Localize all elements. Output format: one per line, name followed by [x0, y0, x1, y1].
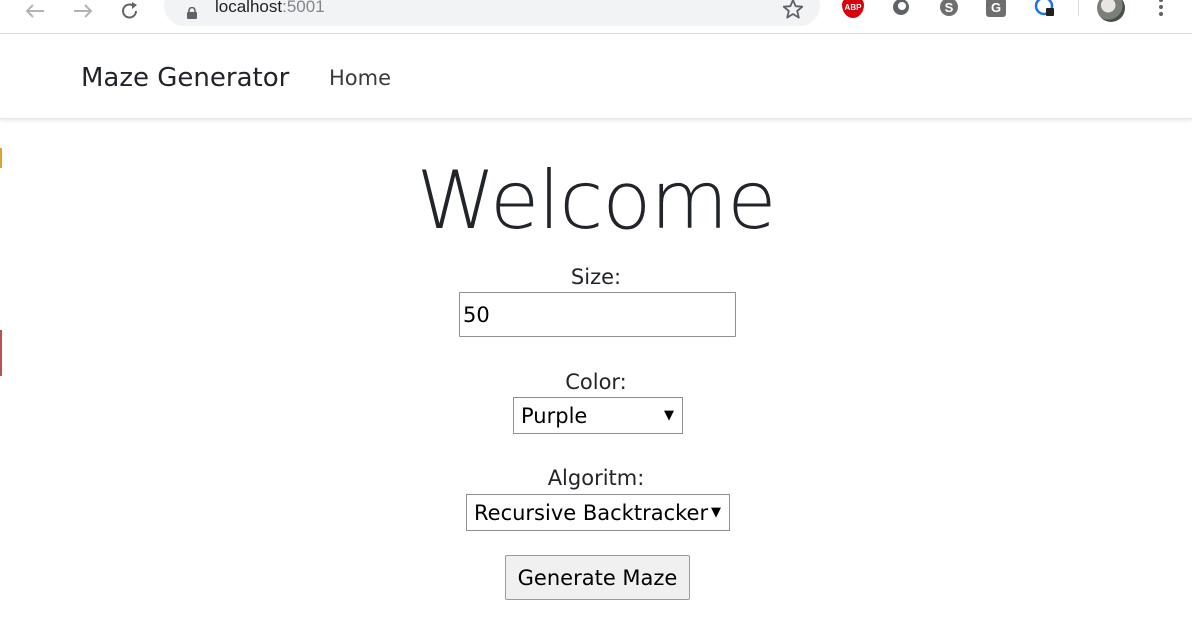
profile-avatar[interactable] [1097, 0, 1125, 22]
bookmark-star-icon[interactable] [782, 0, 804, 23]
algorithm-select[interactable]: Recursive Backtracker ▼ [466, 494, 730, 531]
url-port: :5001 [282, 0, 325, 16]
color-label: Color: [565, 370, 627, 394]
color-select[interactable]: Purple ▼ [513, 397, 683, 434]
toolbar-separator [1078, 0, 1079, 16]
app-navbar: Maze Generator Home [0, 34, 1192, 119]
grammarly-icon[interactable]: G [986, 0, 1006, 17]
browser-menu-icon[interactable] [1151, 0, 1171, 18]
size-label: Size: [570, 265, 622, 289]
navbar-brand[interactable]: Maze Generator [81, 62, 289, 94]
page-title: Welcome [416, 154, 777, 247]
algorithm-label: Algoritm: [547, 466, 645, 490]
url-text: localhost:5001 [215, 0, 325, 17]
size-input[interactable] [459, 292, 736, 337]
generate-maze-button[interactable]: Generate Maze [505, 555, 690, 600]
adblock-plus-icon[interactable]: ABP [842, 0, 864, 18]
dropdown-arrow-icon: ▼ [711, 505, 721, 520]
address-bar[interactable]: localhost:5001 [164, 0, 820, 26]
extension-badge-icon[interactable] [1034, 0, 1056, 18]
skype-icon[interactable]: S [938, 0, 960, 18]
browser-toolbar: localhost:5001 ABP S G [0, 0, 1192, 34]
url-host: localhost [215, 0, 283, 16]
extension-circle-icon[interactable] [890, 0, 912, 18]
svg-text:S: S [945, 0, 954, 15]
back-icon[interactable] [21, 0, 49, 22]
lock-icon [186, 4, 198, 23]
dropdown-arrow-icon: ▼ [664, 408, 674, 423]
nav-link-home[interactable]: Home [329, 65, 391, 91]
forward-icon[interactable] [69, 0, 97, 22]
reload-icon[interactable] [116, 0, 144, 22]
algorithm-select-value: Recursive Backtracker [474, 501, 709, 525]
main-content: Welcome Size: Color: Purple ▼ Algoritm: … [0, 119, 1192, 625]
color-select-value: Purple [521, 404, 588, 428]
